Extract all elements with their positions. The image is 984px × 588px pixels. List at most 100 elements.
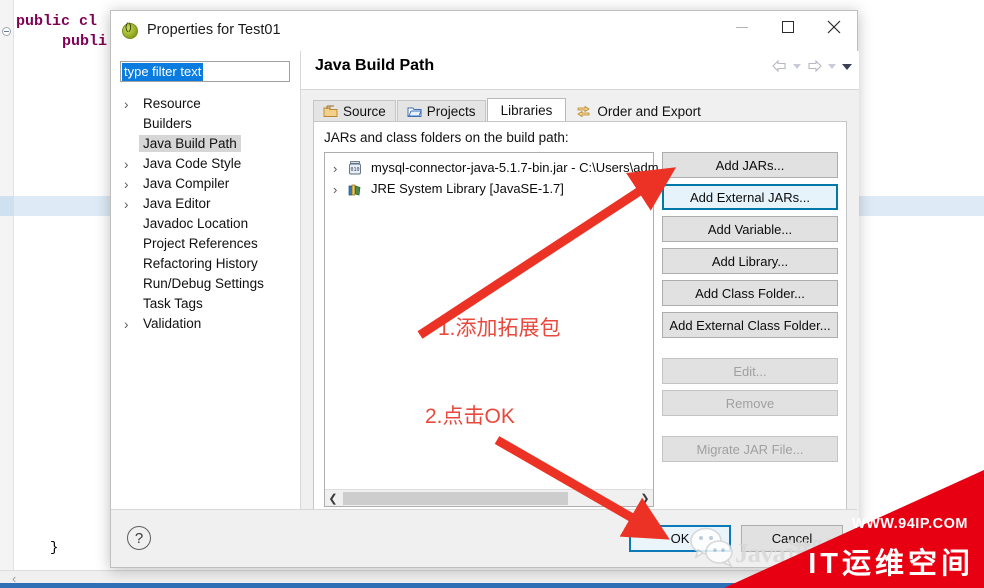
jar-file-icon: 010 <box>349 161 361 175</box>
migrate-jar-file-button: Migrate JAR File... <box>662 436 838 462</box>
back-dropdown-chevron-down-icon[interactable] <box>792 62 802 70</box>
tab-label: Libraries <box>500 103 553 118</box>
more-chevron-down-filled-icon[interactable] <box>841 62 853 71</box>
button-label: Add External Class Folder... <box>669 317 831 333</box>
button-label: Add Class Folder... <box>695 285 805 301</box>
code-line-2: publi <box>62 33 108 50</box>
help-glyph: ? <box>134 529 144 547</box>
order-export-icon <box>577 105 591 117</box>
tab-source[interactable]: Source <box>313 100 396 122</box>
button-label: Add External JARs... <box>690 189 810 205</box>
back-arrow-icon[interactable] <box>771 59 788 73</box>
button-label: Remove <box>725 395 775 411</box>
add-external-class-folder-button[interactable]: Add External Class Folder... <box>662 312 838 338</box>
tree-item-project-references[interactable]: Project References <box>111 233 301 253</box>
chevron-right-icon[interactable]: ❯ <box>637 490 653 506</box>
add-class-folder-button[interactable]: Add Class Folder... <box>662 280 838 306</box>
scrollbar-track[interactable] <box>341 491 637 506</box>
tree-item-label: Task Tags <box>143 295 203 311</box>
tree-item-javadoc-location[interactable]: Javadoc Location <box>111 213 301 233</box>
svg-text:010: 010 <box>350 167 359 173</box>
minimize-icon[interactable] <box>719 11 765 43</box>
tree-item-builders[interactable]: Builders <box>111 113 301 133</box>
list-item[interactable]: › 010 mysql-connector-java-5.1.7-bin.jar… <box>325 157 659 178</box>
horizontal-scrollbar[interactable]: ❮ ❯ <box>325 489 653 506</box>
remove-button: Remove <box>662 390 838 416</box>
tree-item-label: Refactoring History <box>143 255 258 271</box>
tree-item-java-editor[interactable]: › Java Editor <box>111 193 301 213</box>
settings-tree-panel: type filter text › Resource Builders Jav… <box>111 51 301 529</box>
button-label: Edit... <box>733 363 767 379</box>
tree-item-label: Javadoc Location <box>143 215 249 231</box>
watermark-url: WWW.94IP.COM <box>851 516 968 532</box>
scrollbar-thumb[interactable] <box>343 491 568 505</box>
tree-item-java-compiler[interactable]: › Java Compiler <box>111 173 301 193</box>
button-label: OK <box>670 531 690 546</box>
close-icon[interactable] <box>811 11 857 43</box>
tab-projects[interactable]: Projects <box>396 100 486 122</box>
list-item-label: JRE System Library [JavaSE-1.7] <box>371 181 564 196</box>
settings-tree: › Resource Builders Java Build Path › Ja… <box>111 93 301 333</box>
editor-gutter <box>0 0 14 570</box>
help-icon[interactable]: ? <box>127 526 151 550</box>
chevron-right-icon[interactable]: › <box>124 197 134 212</box>
chevron-right-icon[interactable]: › <box>333 161 337 176</box>
filter-input[interactable]: type filter text <box>120 61 290 82</box>
site-watermark-banner: WWW.94IP.COM IT运维空间 <box>724 470 984 588</box>
list-item[interactable]: › JRE System Library [JavaSE-1.7] <box>325 178 653 199</box>
chevron-right-icon[interactable]: › <box>333 182 337 197</box>
highlight-gutter <box>0 196 14 216</box>
tree-item-task-tags[interactable]: Task Tags <box>111 293 301 313</box>
action-button-column: Add JARs... Add External JARs... Add Var… <box>662 152 838 468</box>
tree-item-run-debug-settings[interactable]: Run/Debug Settings <box>111 273 301 293</box>
button-spacer <box>662 422 838 436</box>
add-external-jars-button[interactable]: Add External JARs... <box>662 184 838 210</box>
code-fold-icon[interactable] <box>2 27 11 36</box>
tree-item-label: Run/Debug Settings <box>143 275 264 291</box>
button-label: Add Library... <box>711 253 789 269</box>
chevron-right-icon[interactable]: › <box>124 97 134 112</box>
forward-arrow-icon[interactable] <box>806 59 823 73</box>
tree-item-label: Java Code Style <box>143 155 242 171</box>
tab-libraries[interactable]: Libraries <box>486 98 567 122</box>
page-header: Java Build Path <box>301 51 859 89</box>
tree-item-label: Project References <box>143 235 258 251</box>
dialog-titlebar[interactable]: Properties for Test01 <box>111 11 857 51</box>
tree-item-refactoring-history[interactable]: Refactoring History <box>111 253 301 273</box>
annotation-step-2: 2.点击OK <box>425 405 515 428</box>
tree-item-label: Validation <box>143 315 202 331</box>
chevron-left-icon[interactable]: ❮ <box>325 490 341 506</box>
tab-strip: Source Projects Libraries Order and Expo… <box>313 98 847 122</box>
eclipse-properties-icon <box>122 22 138 39</box>
page-title: Java Build Path <box>315 57 435 74</box>
button-spacer <box>662 344 838 358</box>
projects-folder-icon <box>407 107 422 117</box>
add-library-button[interactable]: Add Library... <box>662 248 838 274</box>
tree-item-resource[interactable]: › Resource <box>111 93 301 113</box>
add-jars-button[interactable]: Add JARs... <box>662 152 838 178</box>
tree-item-java-build-path[interactable]: Java Build Path <box>111 133 301 153</box>
tree-item-validation[interactable]: › Validation <box>111 313 301 333</box>
header-navigation <box>771 59 853 73</box>
libraries-tab-pane: JARs and class folders on the build path… <box>313 121 847 517</box>
code-line-1: public cl <box>16 13 98 30</box>
maximize-icon[interactable] <box>765 11 811 43</box>
tab-label: Source <box>343 104 386 119</box>
add-variable-button[interactable]: Add Variable... <box>662 216 838 242</box>
build-path-panel: Source Projects Libraries Order and Expo… <box>301 90 859 529</box>
filter-input-value: type filter text <box>122 63 204 81</box>
list-item-label: mysql-connector-java-5.1.7-bin.jar - C:\… <box>371 160 659 175</box>
jre-library-icon <box>348 184 361 196</box>
tab-label: Order and Export <box>597 103 701 119</box>
tree-item-label: Java Build Path <box>139 134 241 152</box>
edit-button: Edit... <box>662 358 838 384</box>
tree-item-java-code-style[interactable]: › Java Code Style <box>111 153 301 173</box>
code-closing-brace: } <box>50 540 59 556</box>
chevron-right-icon[interactable]: › <box>124 317 134 332</box>
button-label: Add Variable... <box>707 221 793 237</box>
chevron-right-icon[interactable]: › <box>124 177 134 192</box>
tab-order-and-export[interactable]: Order and Export <box>567 100 710 122</box>
chevron-right-icon[interactable]: › <box>124 157 134 172</box>
forward-dropdown-chevron-down-icon[interactable] <box>827 62 837 70</box>
source-folder-icon <box>323 105 338 117</box>
